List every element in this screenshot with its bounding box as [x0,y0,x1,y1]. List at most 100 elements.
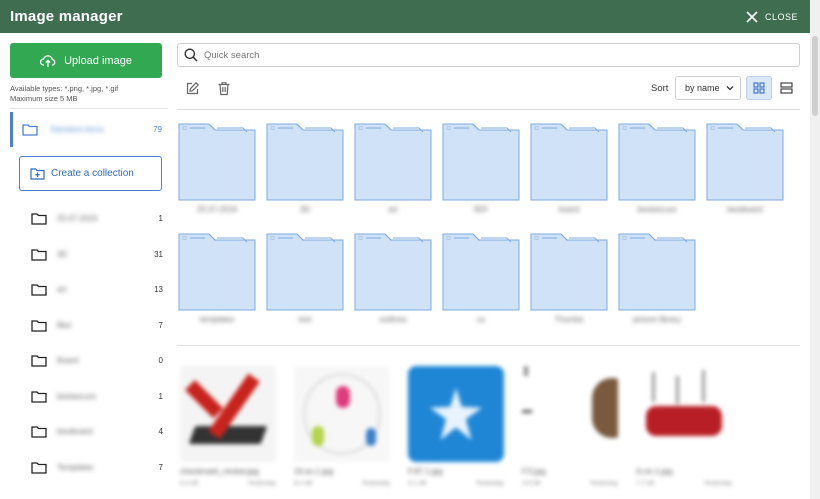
available-types-hint: Available types: *.png, *.jpg, *.gif [10,84,119,93]
delete-button[interactable] [210,76,238,100]
toolbar-divider [177,109,800,110]
folder-icon [178,233,256,311]
image-name: 16.ex.1.jpg [294,467,334,476]
collection-item[interactable]: 25.07.2019 1 [19,201,169,237]
folder-label: board [558,205,580,214]
edit-icon [186,81,199,94]
upload-image-button[interactable]: Upload image [10,43,162,78]
folder-tile[interactable]: bestsecure [618,123,696,223]
collection-item-active[interactable]: Standard Items 79 [10,112,168,147]
folder-label: Thumbs [554,315,584,324]
folder-tile[interactable]: templates [178,233,256,333]
collection-label: Bkd [57,320,71,330]
image-size: 6.2 kB [294,480,313,487]
list-icon [779,82,793,94]
image-thumbnail [408,366,504,462]
folder-icon [618,123,696,201]
edit-button[interactable] [178,76,206,100]
image-tile[interactable]: 16.ex.1.jpg 6.2 kB Yesterday [294,366,390,496]
folder-icon [31,355,47,367]
image-tile[interactable]: F.87.1.jpg 5.1 kB Yesterday [408,366,504,496]
image-thumbnail [180,366,276,462]
image-date: Yesterday [361,480,390,487]
image-thumbnail [636,366,732,462]
collection-item[interactable]: bestsecure 1 [19,379,169,415]
folder-tile[interactable]: board [530,123,608,223]
collection-count: 1 [158,391,163,401]
folder-label: 3D [299,205,311,214]
folder-tile[interactable]: Thumbs [530,233,608,333]
max-size-hint: Maximum size 5 MB [10,94,78,103]
folder-tile[interactable]: test [266,233,344,333]
close-label: CLOSE [764,11,798,22]
collection-item[interactable]: 3D 31 [19,237,169,273]
collection-label: Board [57,356,79,366]
search-input[interactable] [204,49,799,61]
folder-icon [530,123,608,201]
collection-item[interactable]: Board 0 [19,343,169,379]
folder-tile[interactable]: ux [442,233,520,333]
collection-label: bestboard [57,427,93,437]
folder-tile[interactable]: 3D [266,123,344,223]
folder-icon [530,233,608,311]
image-size: 3.9 kB [522,480,541,487]
folder-tile[interactable]: SEF [442,123,520,223]
image-name: F.87.1.jpg [408,467,443,476]
folder-icon [618,233,696,311]
folder-label: test [298,315,312,324]
collection-label: art [57,285,67,295]
folder-label: 25.07.2019 [196,205,238,214]
image-tile[interactable]: A.rm.1.jpg 7.7 kB Yesterday [636,366,732,496]
image-size: 5.1 kB [408,480,427,487]
cloud-upload-icon [40,54,56,67]
folder-label: templates [199,315,235,324]
collection-item[interactable]: bestboard 4 [19,414,169,450]
collection-label: 3D [57,249,68,259]
collection-count: 0 [158,356,163,366]
collection-count: 4 [158,427,163,437]
folder-icon [354,233,432,311]
page-scrollbar[interactable] [810,0,820,499]
collection-count: 7 [158,462,163,472]
folder-icon [31,284,47,296]
close-button[interactable]: CLOSE [746,10,798,23]
collection-count: 31 [154,249,163,259]
upload-image-label: Upload image [64,54,132,67]
folder-tile[interactable]: picture library [618,233,696,333]
folder-icon [706,123,784,201]
folder-icon [354,123,432,201]
image-date: Yesterday [589,480,618,487]
dialog-header: Image manager CLOSE [0,0,810,33]
collection-item[interactable]: Templates 7 [19,450,169,486]
folder-tile[interactable]: bestboard [706,123,784,223]
list-view-button[interactable] [773,76,799,100]
scrollbar-thumb[interactable] [812,36,818,116]
sort-select[interactable]: by name [675,76,741,100]
collection-item[interactable]: Bkd 7 [19,308,169,344]
sidebar-divider [10,108,168,109]
collection-item[interactable]: art 13 [19,272,169,308]
folder-tile[interactable]: outlines [354,233,432,333]
folder-icon [31,462,47,474]
folder-label: SEF [473,205,489,214]
image-tile[interactable]: F.5.jpg 3.9 kB Yesterday [522,366,618,496]
close-icon [746,10,758,23]
folder-icon [31,320,47,332]
image-thumbnail [294,366,390,462]
folder-icon [266,123,344,201]
image-tile[interactable]: checkmark_review.jpg 8.4 kB Yesterday [180,366,276,496]
image-date: Yesterday [247,480,276,487]
grid-view-button[interactable] [746,76,772,100]
image-date: Yesterday [475,480,504,487]
create-collection-label: Create a collection [51,168,134,179]
image-name: checkmark_review.jpg [180,467,259,476]
collection-label: Standard Items [50,125,105,134]
search-icon [184,48,198,62]
create-collection-button[interactable]: Create a collection [19,156,162,191]
collection-count: 1 [158,214,163,224]
folder-tile[interactable]: 25.07.2019 [178,123,256,223]
chevron-down-icon [726,86,734,91]
folder-icon [266,233,344,311]
folder-icon [31,426,47,438]
folder-tile[interactable]: art [354,123,432,223]
